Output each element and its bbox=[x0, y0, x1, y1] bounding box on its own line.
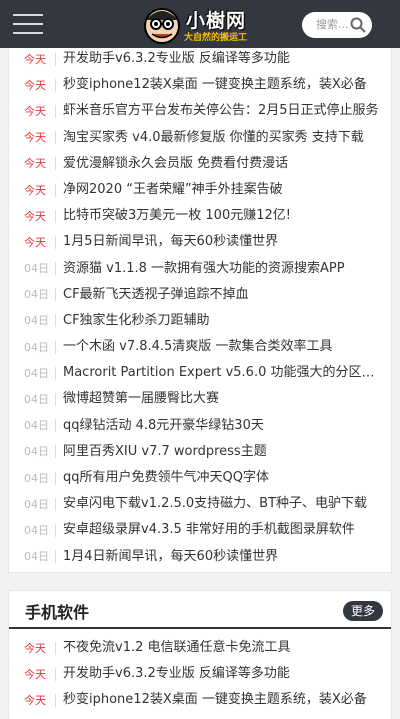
item-date: 今天 bbox=[24, 78, 56, 92]
item-title-link[interactable]: 淘宝买家秀 v4.0最新修复版 你懂的买家秀 支持下载 bbox=[63, 130, 364, 145]
list-item[interactable]: 今天 淘宝买家秀 v4.0最新修复版 你懂的买家秀 支持下载 bbox=[9, 125, 391, 151]
section-title: 手机软件 bbox=[25, 603, 90, 622]
list-item[interactable]: 04日 资源猫 v1.1.8 一款拥有强大功能的资源搜索APP bbox=[9, 256, 391, 282]
item-date: 04日 bbox=[24, 550, 56, 564]
list-item[interactable]: 今天 1月5日新闻早讯，每天60秒读懂世界 bbox=[9, 229, 391, 255]
list-item[interactable]: 04日 1月4日新闻早讯，每天60秒读懂世界 bbox=[9, 544, 391, 570]
item-date: 04日 bbox=[24, 419, 56, 433]
top-bar: 小樹网 大自然的搬运工 搜索... bbox=[0, 0, 400, 48]
item-title-link[interactable]: 安卓闪电下载v1.2.5.0支持磁力、BT种子、电驴下载 bbox=[63, 496, 367, 511]
item-title-link[interactable]: 安卓超级录屏v4.3.5 非常好用的手机截图录屏软件 bbox=[63, 522, 355, 537]
software-list: 今天 不夜免流v1.2 电信联通任意卡免流工具 今天 开发助手v6.3.2专业版 反编… bbox=[9, 629, 391, 714]
list-item[interactable]: 今天 秒变iphone12装X桌面 一键变换主题系统，装X必备 bbox=[9, 687, 391, 713]
item-title-link[interactable]: CF最新飞天透视子弹追踪不掉血 bbox=[63, 287, 249, 302]
list-item[interactable]: 04日 微博超赞第一届腰臀比大赛 bbox=[9, 386, 391, 412]
search-placeholder: 搜索... bbox=[316, 18, 349, 31]
item-title-link[interactable]: Macrorit Partition Expert v5.6.0 功能强大的分区… bbox=[63, 365, 387, 381]
list-item[interactable]: 今天 爱优漫解锁永久会员版 免费看付费漫话 bbox=[9, 151, 391, 177]
item-title-link[interactable]: 一个木函 v7.8.4.5清爽版 一款集合类效率工具 bbox=[63, 339, 332, 354]
menu-icon[interactable] bbox=[13, 14, 43, 36]
item-date: 今天 bbox=[24, 693, 56, 707]
item-title-link[interactable]: 开发助手v6.3.2专业版 反编译等多功能 bbox=[63, 666, 290, 681]
list-item[interactable]: 今天 虾米音乐官方平台发布关停公告：2月5日正式停止服务 bbox=[9, 98, 391, 124]
item-title-link[interactable]: qq绿钻活动 4.8元开豪华绿钻30天 bbox=[63, 418, 264, 433]
logo-text: 小樹网 bbox=[186, 10, 247, 32]
list-item[interactable]: 04日 Macrorit Partition Expert v5.6.0 功能强大… bbox=[9, 360, 391, 386]
item-date: 今天 bbox=[24, 183, 56, 197]
list-item[interactable]: 04日 CF独家生化秒杀刀距辅助 bbox=[9, 308, 391, 334]
list-item[interactable]: 今天 净网2020 “王者荣耀”神手外挂案告破 bbox=[9, 177, 391, 203]
item-date: 04日 bbox=[24, 366, 56, 380]
item-date: 今天 bbox=[24, 131, 56, 145]
list-item[interactable]: 04日 CF最新飞天透视子弹追踪不掉血 bbox=[9, 282, 391, 308]
item-date: 今天 bbox=[24, 157, 56, 171]
list-item[interactable]: 今天 开发助手v6.3.2专业版 反编译等多功能 bbox=[9, 46, 391, 72]
item-date: 04日 bbox=[24, 314, 56, 328]
site-logo[interactable]: 小樹网 大自然的搬运工 bbox=[140, 4, 280, 46]
item-date: 今天 bbox=[24, 104, 56, 118]
list-item[interactable]: 今天 比特币突破3万美元一枚 100元赚12亿! bbox=[9, 203, 391, 229]
item-title-link[interactable]: 秒变iphone12装X桌面 一键变换主题系统，装X必备 bbox=[63, 77, 367, 92]
item-title-link[interactable]: 爱优漫解锁永久会员版 免费看付费漫话 bbox=[63, 156, 288, 171]
item-date: 今天 bbox=[24, 641, 56, 655]
item-date: 今天 bbox=[24, 667, 56, 681]
item-date: 今天 bbox=[24, 52, 56, 66]
item-title-link[interactable]: 净网2020 “王者荣耀”神手外挂案告破 bbox=[63, 182, 283, 197]
item-date: 今天 bbox=[24, 209, 56, 223]
section-header: 手机软件 更多 bbox=[9, 591, 391, 629]
list-item[interactable]: 04日 安卓闪电下载v1.2.5.0支持磁力、BT种子、电驴下载 bbox=[9, 491, 391, 517]
item-date: 04日 bbox=[24, 262, 56, 276]
item-title-link[interactable]: 1月4日新闻早讯，每天60秒读懂世界 bbox=[63, 549, 278, 564]
list-item[interactable]: 04日 qq所有用户免费领牛气冲天QQ字体 bbox=[9, 465, 391, 491]
list-item[interactable]: 04日 qq绿钻活动 4.8元开豪华绿钻30天 bbox=[9, 413, 391, 439]
more-button[interactable]: 更多 bbox=[342, 601, 383, 621]
list-item[interactable]: 今天 不夜免流v1.2 电信联通任意卡免流工具 bbox=[9, 635, 391, 661]
search-input[interactable]: 搜索... bbox=[302, 12, 372, 38]
list-item[interactable]: 今天 开发助手v6.3.2专业版 反编译等多功能 bbox=[9, 661, 391, 687]
mascot-icon bbox=[144, 8, 180, 44]
mobile-software-panel: 手机软件 更多 今天 不夜免流v1.2 电信联通任意卡免流工具 今天 开发助手v6.3… bbox=[8, 590, 392, 719]
item-date: 04日 bbox=[24, 288, 56, 302]
item-title-link[interactable]: 秒变iphone12装X桌面 一键变换主题系统，装X必备 bbox=[63, 692, 367, 707]
item-title-link[interactable]: 微博超赞第一届腰臀比大赛 bbox=[63, 391, 219, 406]
list-item[interactable]: 今天 秒变iphone12装X桌面 一键变换主题系统，装X必备 bbox=[9, 72, 391, 98]
item-date: 04日 bbox=[24, 340, 56, 354]
item-title-link[interactable]: qq所有用户免费领牛气冲天QQ字体 bbox=[63, 470, 269, 485]
item-title-link[interactable]: 不夜免流v1.2 电信联通任意卡免流工具 bbox=[63, 640, 291, 655]
item-date: 04日 bbox=[24, 471, 56, 485]
item-date: 04日 bbox=[24, 445, 56, 459]
item-title-link[interactable]: 1月5日新闻早讯，每天60秒读懂世界 bbox=[63, 234, 278, 249]
item-title-link[interactable]: 比特币突破3万美元一枚 100元赚12亿! bbox=[63, 208, 291, 223]
news-list: 今天 开发助手v6.3.2专业版 反编译等多功能 今天 秒变iphone12装X桌面 … bbox=[9, 44, 391, 570]
item-title-link[interactable]: 阿里百秀XIU v7.7 wordpress主题 bbox=[63, 444, 267, 459]
item-title-link[interactable]: 开发助手v6.3.2专业版 反编译等多功能 bbox=[63, 51, 290, 66]
item-date: 04日 bbox=[24, 497, 56, 511]
news-list-panel: 今天 开发助手v6.3.2专业版 反编译等多功能 今天 秒变iphone12装X桌面 … bbox=[8, 43, 392, 573]
item-title-link[interactable]: 虾米音乐官方平台发布关停公告：2月5日正式停止服务 bbox=[63, 103, 379, 118]
item-title-link[interactable]: 资源猫 v1.1.8 一款拥有强大功能的资源搜索APP bbox=[63, 261, 345, 276]
list-item[interactable]: 04日 阿里百秀XIU v7.7 wordpress主题 bbox=[9, 439, 391, 465]
item-title-link[interactable]: CF独家生化秒杀刀距辅助 bbox=[63, 313, 210, 328]
logo-subtitle: 大自然的搬运工 bbox=[184, 33, 248, 43]
search-icon[interactable] bbox=[350, 17, 366, 33]
list-item[interactable]: 04日 安卓超级录屏v4.3.5 非常好用的手机截图录屏软件 bbox=[9, 517, 391, 543]
list-item[interactable]: 04日 一个木函 v7.8.4.5清爽版 一款集合类效率工具 bbox=[9, 334, 391, 360]
item-date: 04日 bbox=[24, 523, 56, 537]
item-date: 04日 bbox=[24, 393, 56, 407]
item-date: 今天 bbox=[24, 235, 56, 249]
